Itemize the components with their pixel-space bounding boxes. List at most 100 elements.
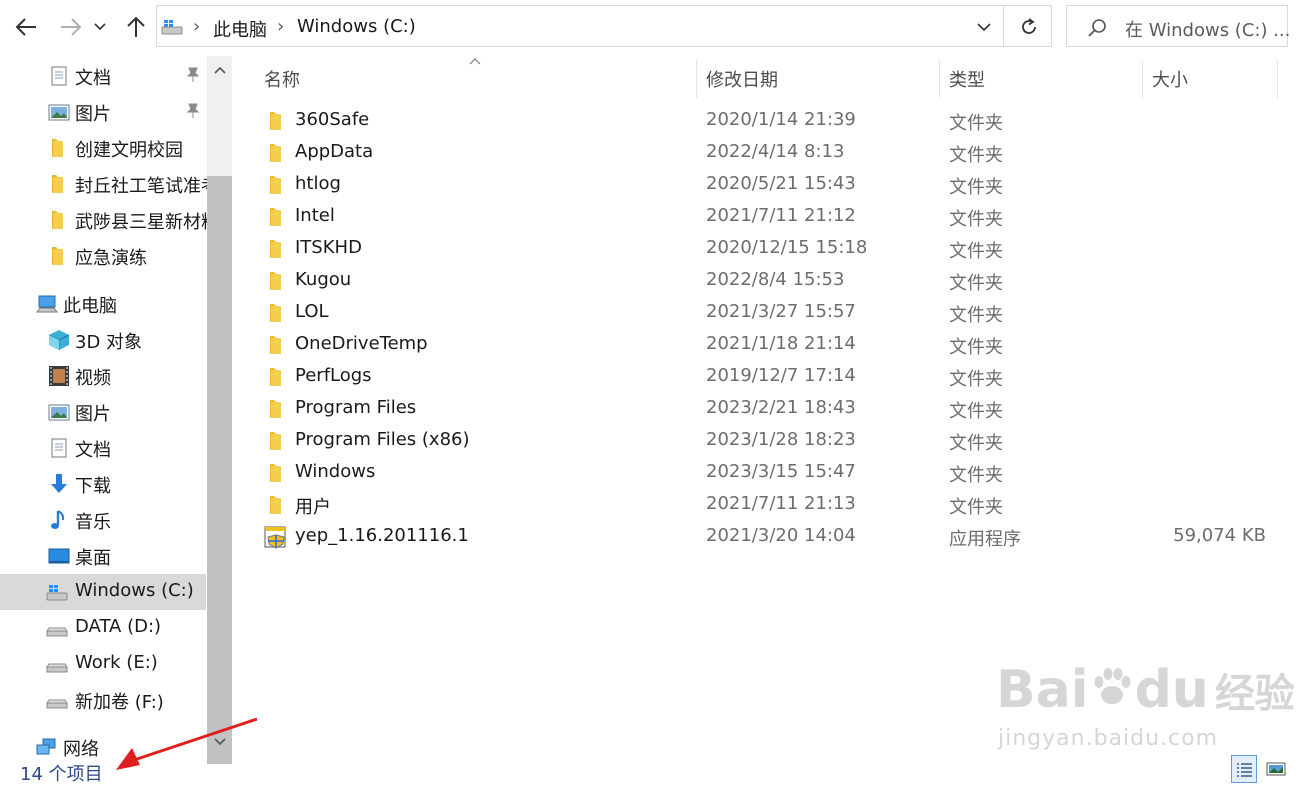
navigation-pane: 文档 图片 创建文明校园 封丘社工笔试准考 武陟县三星新材料 应急演练 此电脑 … xyxy=(0,56,232,760)
pictures-icon xyxy=(48,104,70,121)
paw-icon xyxy=(1094,668,1131,704)
file-row[interactable]: yep_1.16.201116.1 2021/3/20 14:04 应用程序 5… xyxy=(262,522,1282,554)
nav-item-label: 此电脑 xyxy=(63,296,117,317)
address-dropdown-icon[interactable] xyxy=(977,23,991,32)
file-type: 文件夹 xyxy=(949,465,1003,486)
nav-item-music[interactable]: 音乐 xyxy=(0,502,206,538)
column-divider[interactable] xyxy=(1277,60,1278,98)
breadcrumb-drive[interactable]: Windows (C:) xyxy=(297,16,416,37)
nav-item-downloads[interactable]: 下载 xyxy=(0,466,206,502)
address-bar[interactable]: › 此电脑 › Windows (C:) xyxy=(156,5,1052,47)
file-size: 59,074 KB xyxy=(1173,525,1266,546)
drive-icon xyxy=(46,627,68,637)
download-icon xyxy=(51,474,67,493)
large-icons-view-button[interactable] xyxy=(1263,755,1289,783)
file-type: 文件夹 xyxy=(949,433,1003,454)
nav-item-label: 封丘社工笔试准考 xyxy=(75,176,210,197)
large-icons-view-icon xyxy=(1266,762,1286,776)
back-button[interactable] xyxy=(10,10,42,44)
folder-icon xyxy=(270,368,281,386)
file-row[interactable]: htlog 2020/5/21 15:43 文件夹 xyxy=(262,170,1282,202)
file-row[interactable]: OneDriveTemp 2021/1/18 21:14 文件夹 xyxy=(262,330,1282,362)
nav-item-videos[interactable]: 视频 xyxy=(0,358,206,394)
breadcrumb-this-pc[interactable]: 此电脑 xyxy=(213,16,267,42)
file-type: 文件夹 xyxy=(949,337,1003,358)
search-box[interactable]: 在 Windows (C:) ... xyxy=(1066,5,1290,47)
nav-item-documents[interactable]: 文档 xyxy=(0,58,206,94)
nav-item-folder[interactable]: 武陟县三星新材料 xyxy=(0,202,210,238)
arrow-right-icon xyxy=(61,18,82,36)
pin-icon[interactable] xyxy=(186,67,200,83)
watermark-brand-a: Bai xyxy=(996,660,1089,720)
refresh-icon[interactable] xyxy=(1019,17,1039,37)
column-header-date[interactable]: 修改日期 xyxy=(706,66,778,92)
file-type: 文件夹 xyxy=(949,209,1003,230)
nav-item-label: 视频 xyxy=(75,368,111,389)
nav-item-drive[interactable]: 新加卷 (F:) xyxy=(0,682,206,718)
nav-item-folder[interactable]: 创建文明校园 xyxy=(0,130,206,166)
nav-item-label: 3D 对象 xyxy=(75,332,143,353)
nav-item-this-pc[interactable]: 此电脑 xyxy=(0,286,206,322)
nav-item-pictures[interactable]: 图片 xyxy=(0,94,206,130)
nav-item-label: DATA (D:) xyxy=(75,616,162,637)
nav-item-folder[interactable]: 应急演练 xyxy=(0,238,206,274)
up-button[interactable] xyxy=(120,10,152,44)
nav-item-pictures[interactable]: 图片 xyxy=(0,394,206,430)
file-type: 文件夹 xyxy=(949,145,1003,166)
watermark-url: jingyan.baidu.com xyxy=(998,726,1219,751)
column-divider[interactable] xyxy=(1142,60,1143,98)
file-name: ITSKHD xyxy=(295,237,362,258)
file-row[interactable]: 用户 2021/7/11 21:13 文件夹 xyxy=(262,490,1282,522)
nav-item-desktop[interactable]: 桌面 xyxy=(0,538,206,574)
pin-icon[interactable] xyxy=(186,103,200,119)
file-row[interactable]: LOL 2021/3/27 15:57 文件夹 xyxy=(262,298,1282,330)
file-row[interactable]: Kugou 2022/8/4 15:53 文件夹 xyxy=(262,266,1282,298)
forward-button[interactable] xyxy=(55,10,87,44)
column-divider[interactable] xyxy=(939,60,940,98)
file-name: Program Files xyxy=(295,397,417,418)
column-header-type[interactable]: 类型 xyxy=(949,66,985,92)
column-header-name[interactable]: 名称 xyxy=(264,66,300,92)
arrow-up-icon xyxy=(127,16,145,37)
video-icon xyxy=(49,366,69,386)
file-row[interactable]: AppData 2022/4/14 8:13 文件夹 xyxy=(262,138,1282,170)
search-icon xyxy=(1088,19,1106,37)
nav-item-folder[interactable]: 封丘社工笔试准考 xyxy=(0,166,210,202)
folder-icon xyxy=(52,247,63,265)
file-name: Kugou xyxy=(295,269,352,290)
file-name: Intel xyxy=(295,205,335,226)
file-row[interactable]: Intel 2021/7/11 21:12 文件夹 xyxy=(262,202,1282,234)
breadcrumb-separator-icon: › xyxy=(193,16,201,37)
folder-icon xyxy=(52,211,63,229)
file-row[interactable]: Program Files (x86) 2023/1/28 18:23 文件夹 xyxy=(262,426,1282,458)
nav-item-label: 网络 xyxy=(63,739,99,760)
folder-icon xyxy=(270,432,281,450)
file-row[interactable]: Program Files 2023/2/21 18:43 文件夹 xyxy=(262,394,1282,426)
nav-item-label: 音乐 xyxy=(75,512,111,533)
folder-icon xyxy=(270,176,281,194)
file-row[interactable]: ITSKHD 2020/12/15 15:18 文件夹 xyxy=(262,234,1282,266)
nav-item-label: 文档 xyxy=(75,440,111,461)
file-row[interactable]: PerfLogs 2019/12/7 17:14 文件夹 xyxy=(262,362,1282,394)
scrollbar-thumb[interactable] xyxy=(207,176,232,764)
nav-item-3d-objects[interactable]: 3D 对象 xyxy=(0,322,206,358)
nav-item-windows-drive[interactable]: Windows (C:) xyxy=(0,574,206,610)
column-header-size[interactable]: 大小 xyxy=(1152,66,1188,92)
file-name: Program Files (x86) xyxy=(295,429,470,450)
nav-item-label: 文档 xyxy=(75,68,111,89)
file-row[interactable]: Windows 2023/3/15 15:47 文件夹 xyxy=(262,458,1282,490)
network-icon xyxy=(36,738,56,755)
pictures-icon xyxy=(48,404,70,421)
file-row[interactable]: 360Safe 2020/1/14 21:39 文件夹 xyxy=(262,106,1282,138)
scroll-up-icon[interactable] xyxy=(214,66,226,74)
file-type: 文件夹 xyxy=(949,113,1003,134)
nav-scrollbar[interactable] xyxy=(207,56,232,764)
file-name: 用户 xyxy=(295,497,331,518)
recent-locations-button[interactable] xyxy=(90,10,110,44)
file-name: yep_1.16.201116.1 xyxy=(295,525,469,546)
details-view-button[interactable] xyxy=(1231,755,1257,783)
column-divider[interactable] xyxy=(696,60,697,98)
nav-item-documents[interactable]: 文档 xyxy=(0,430,206,466)
nav-item-drive[interactable]: DATA (D:) xyxy=(0,610,206,646)
nav-item-drive[interactable]: Work (E:) xyxy=(0,646,206,682)
